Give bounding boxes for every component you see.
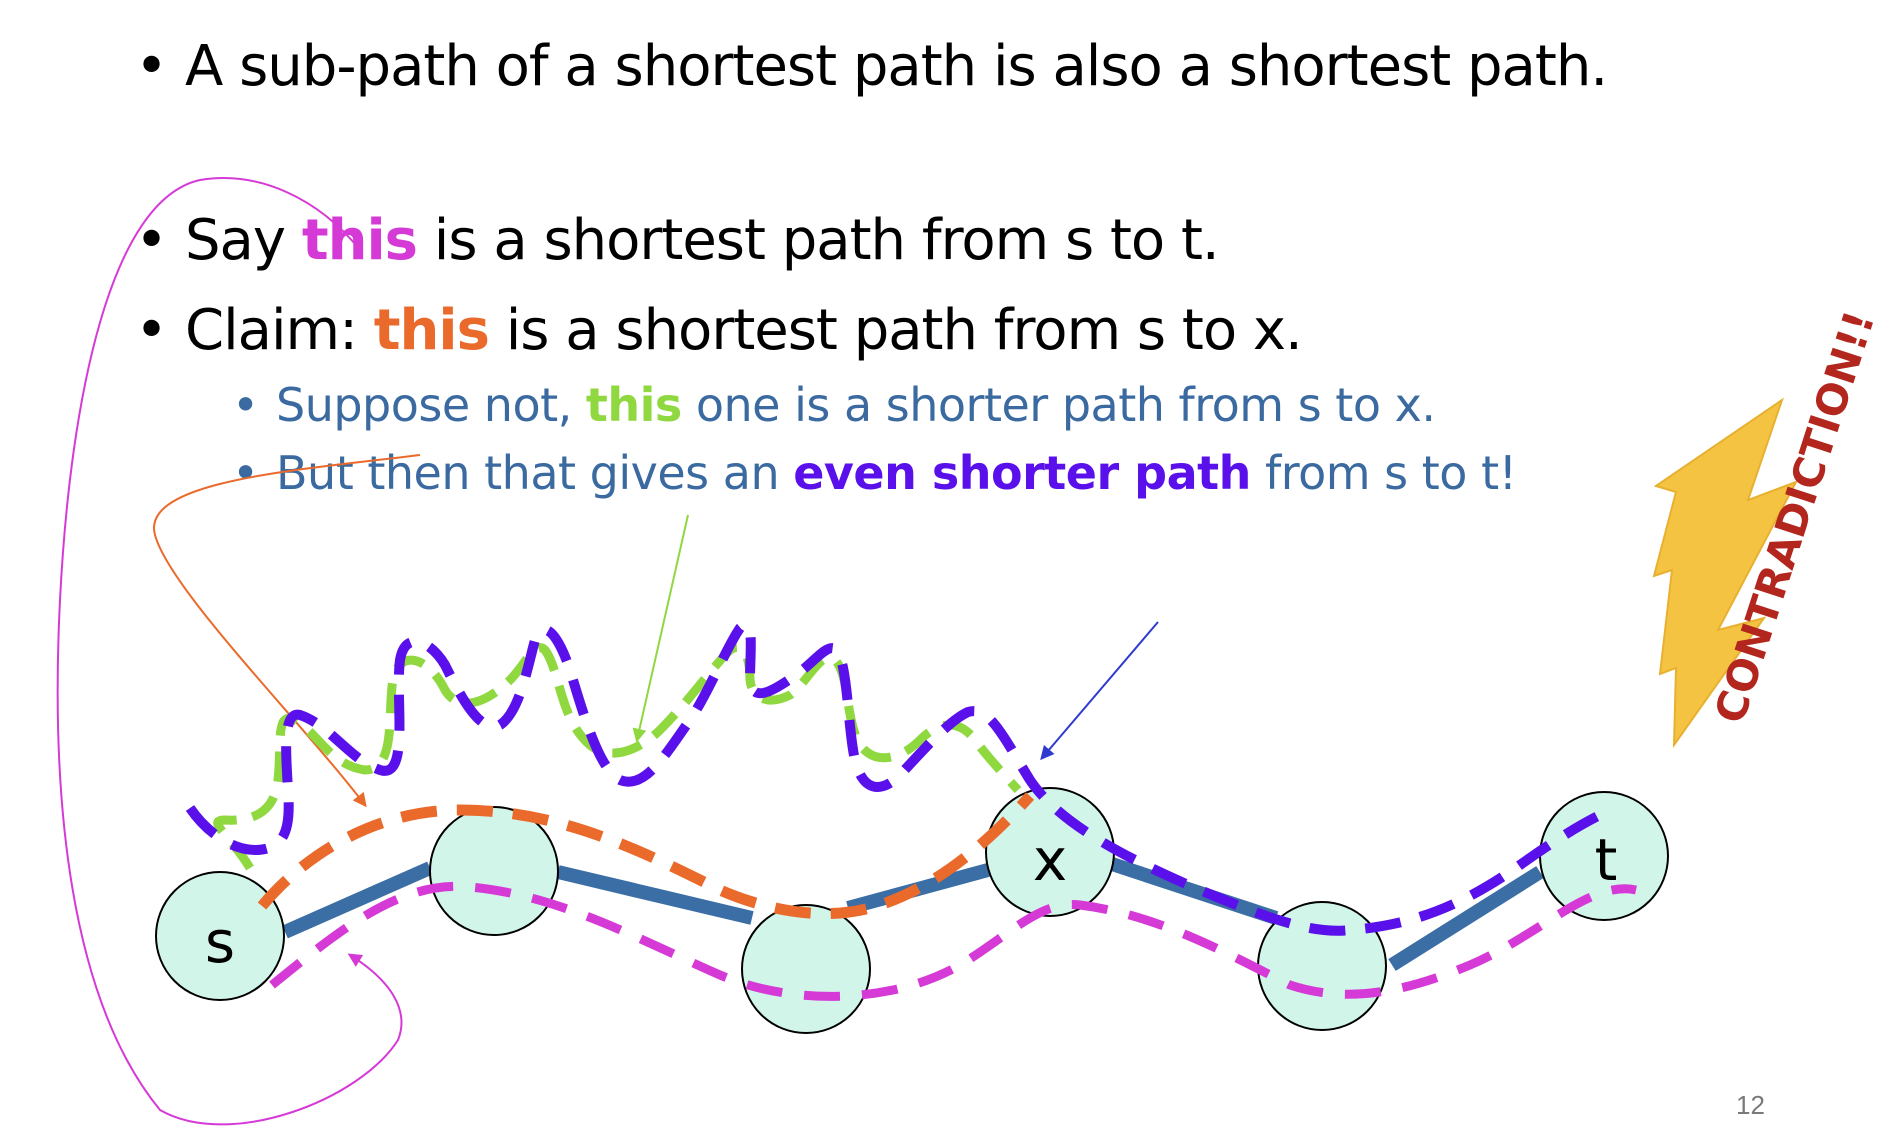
- node-s-label: s: [205, 908, 235, 976]
- green-dashed-path: [213, 643, 1022, 871]
- node-x-label: x: [1033, 826, 1067, 894]
- node-t-label: t: [1595, 826, 1618, 894]
- node-1: [429, 806, 559, 936]
- shortest-path-diagram: s x t CONTRADICTION!!: [56, 177, 1884, 1126]
- edge-s-n1: [282, 861, 433, 939]
- edge-x-n4: [1109, 857, 1279, 925]
- edge-n4-t: [1388, 866, 1544, 971]
- green-pointer-arrow: [632, 514, 689, 743]
- page-number: 12: [1736, 1090, 1765, 1120]
- slide: • A sub-path of a shortest path is also a…: [0, 0, 1898, 1134]
- node-2: [741, 904, 871, 1034]
- blue-pointer-arrow: [1040, 621, 1159, 761]
